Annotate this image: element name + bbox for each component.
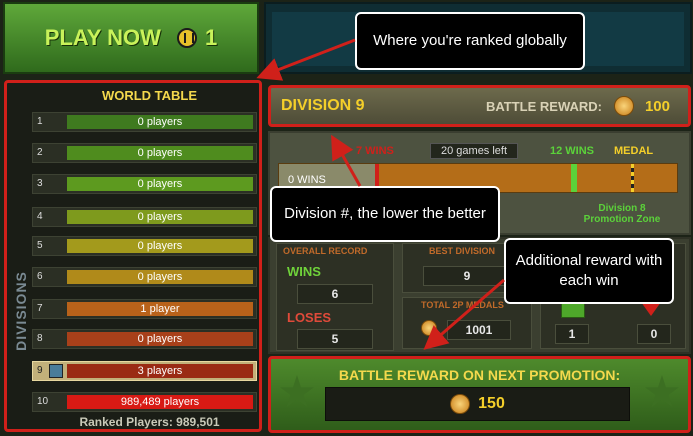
best-division-value: 9: [423, 266, 511, 286]
division-row-bar: 0 players: [67, 177, 253, 191]
next-promotion-title: BATTLE REWARD ON NEXT PROMOTION:: [338, 367, 621, 383]
division-row-bar: 0 players: [67, 332, 253, 346]
coin-icon: [450, 394, 471, 414]
thumbs-up-icon: [561, 302, 585, 318]
division-row: 9 3 players: [32, 361, 257, 381]
seven-wins-label: 7 WINS: [356, 145, 394, 157]
division-row-number: 2: [37, 147, 43, 158]
division-title: DIVISION 9: [281, 97, 365, 114]
division-row-number: 9: [37, 365, 43, 376]
coin-icon: [614, 96, 634, 116]
division-row: 2 0 players: [32, 143, 257, 163]
division-row-bar: 0 players: [67, 239, 253, 253]
games-left-label: 20 games left: [430, 143, 519, 159]
promotion-zone-label: Division 8 Promotion Zone: [583, 203, 661, 225]
division-row-number: 8: [37, 333, 43, 344]
ticket-count: 1: [204, 25, 218, 50]
division-row-bar: 989,489 players: [67, 395, 253, 409]
division-row-bar: 0 players: [67, 210, 253, 224]
division-row-number: 3: [37, 178, 43, 189]
division-row: 6 0 players: [32, 267, 257, 287]
callout-division-number: Division #, the lower the better: [270, 186, 500, 242]
twelve-wins-marker: [571, 164, 577, 192]
thumbs-down-value: 0: [637, 324, 671, 344]
division-row-bar: 0 players: [67, 146, 253, 160]
ticket-icon: [176, 28, 197, 48]
division-header: DIVISION 9 BATTLE REWARD: 100: [268, 85, 691, 127]
division-row-number: 6: [37, 271, 43, 282]
division-row-number: 4: [37, 211, 43, 222]
total-medals-label: TOTAL 2P MEDALS: [421, 300, 504, 310]
division-row: 4 0 players: [32, 207, 257, 227]
next-promotion-panel: ★ ★ BATTLE REWARD ON NEXT PROMOTION: 150: [268, 356, 691, 433]
zero-wins-label: 0 WINS: [288, 174, 326, 186]
division-row-number: 7: [37, 303, 43, 314]
loses-value: 5: [297, 329, 373, 349]
overall-record-box: OVERALL RECORD WINS 6 LOSES 5: [276, 243, 394, 351]
world-table-title: WORLD TABLE: [101, 88, 198, 103]
medal-label: MEDAL: [614, 145, 654, 157]
next-promotion-reward: 150: [325, 387, 630, 421]
next-promotion-value: 150: [478, 395, 505, 412]
loses-label: LOSES: [287, 310, 332, 325]
division-row-number: 5: [37, 240, 43, 251]
wins-value: 6: [297, 284, 373, 304]
battle-reward-label: BATTLE REWARD:: [485, 99, 602, 114]
division-row: 5 0 players: [32, 236, 257, 256]
overall-record-label: OVERALL RECORD: [283, 246, 368, 256]
world-table-panel: DIVISIONS WORLD TABLE 1 0 players 2 0 playe…: [4, 80, 262, 432]
medal-icon: [421, 320, 437, 336]
best-division-label: BEST DIVISION: [429, 246, 496, 256]
division-row-number: 1: [37, 116, 43, 127]
division-row-bar: 0 players: [67, 270, 253, 284]
division-row-number: 10: [37, 396, 49, 407]
division-row-bar: 0 players: [67, 115, 253, 129]
thumbs-up-value: 1: [555, 324, 589, 344]
ranked-players-count: Ranked Players: 989,501: [79, 415, 220, 429]
divisions-side-label: DIVISIONS: [13, 271, 29, 351]
division-row-bar: 3 players: [67, 364, 253, 378]
wins-label: WINS: [287, 264, 321, 279]
division-row: 8 0 players: [32, 329, 257, 349]
callout-additional-reward: Additional reward with each win: [504, 238, 674, 304]
division-row: 3 0 players: [32, 174, 257, 194]
twelve-wins-label: 12 WINS: [550, 145, 595, 157]
avatar: [49, 364, 63, 378]
total-medals-value: 1001: [447, 320, 511, 340]
division-row-bar: 1 player: [67, 302, 253, 316]
total-medals-box: TOTAL 2P MEDALS 1001: [402, 297, 532, 349]
medal-marker: [631, 164, 634, 192]
play-now-label: PLAY NOW: [44, 25, 161, 50]
thumbs-down-icon: [641, 302, 661, 316]
battle-reward-value: 100: [644, 98, 670, 115]
play-now-button[interactable]: PLAY NOW 1: [3, 2, 259, 74]
division-row: 1 0 players: [32, 112, 257, 132]
division-row: 10 989,489 players: [32, 392, 257, 412]
division-row: 7 1 player: [32, 299, 257, 319]
callout-global-rank: Where you're ranked globally: [355, 12, 585, 70]
